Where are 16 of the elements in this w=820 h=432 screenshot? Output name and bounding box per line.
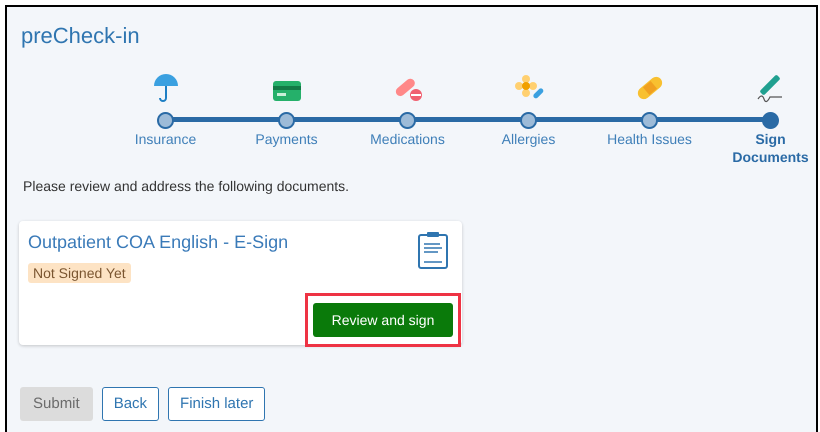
- step-label[interactable]: Insurance: [134, 130, 196, 148]
- card-icon: [272, 79, 302, 103]
- umbrella-icon: [152, 73, 180, 103]
- page-title: preCheck-in: [21, 22, 140, 50]
- review-and-sign-button[interactable]: Review and sign: [313, 303, 453, 337]
- status-badge: Not Signed Yet: [28, 263, 131, 283]
- clipboard-icon: [417, 231, 449, 269]
- step-label[interactable]: Payments: [255, 130, 318, 148]
- step-label[interactable]: Sign Documents: [726, 130, 816, 166]
- step-label[interactable]: Medications: [370, 130, 445, 148]
- step-label[interactable]: Health Issues: [607, 130, 692, 148]
- document-title[interactable]: Outpatient COA English - E-Sign: [28, 229, 288, 256]
- footer-button[interactable]: Finish later: [168, 387, 266, 421]
- footer-button[interactable]: Back: [102, 387, 160, 421]
- step-label[interactable]: Allergies: [502, 130, 556, 148]
- instructions-text: Please review and address the following documents.: [23, 177, 350, 196]
